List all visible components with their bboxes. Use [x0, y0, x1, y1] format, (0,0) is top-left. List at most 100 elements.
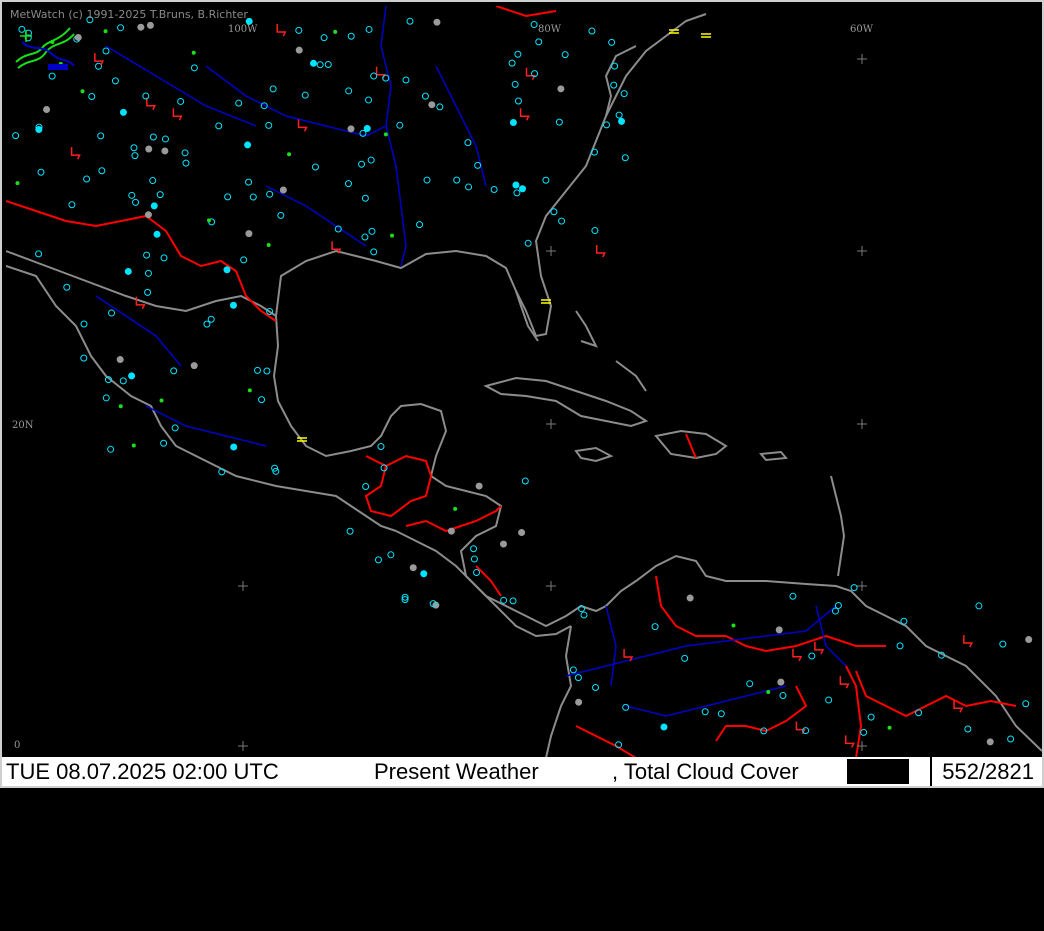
thunderstorm-symbol-icon — [595, 244, 606, 258]
cloud-cover-circle-icon — [618, 117, 626, 125]
cloud-cover-circle-icon — [181, 149, 189, 157]
cloud-cover-circle-icon — [500, 596, 508, 604]
cloud-cover-circle-icon — [377, 443, 385, 451]
cloud-cover-circle-icon — [575, 698, 583, 706]
cloud-cover-circle-icon — [370, 72, 378, 80]
cloud-cover-circle-icon — [224, 193, 232, 201]
status-layer-cloud-cover: , Total Cloud Cover — [612, 759, 799, 784]
cloud-cover-circle-icon — [145, 145, 153, 153]
cloud-cover-circle-icon — [265, 121, 273, 129]
cloud-cover-circle-icon — [269, 85, 277, 93]
cloud-cover-circle-icon — [420, 570, 428, 578]
cloud-cover-circle-icon — [230, 443, 238, 451]
cloud-cover-circle-icon — [144, 211, 152, 219]
cloud-cover-circle-icon — [143, 251, 151, 259]
cloud-cover-circle-icon — [146, 21, 154, 29]
cloud-cover-circle-icon — [130, 144, 138, 152]
cloud-cover-circle-icon — [107, 445, 115, 453]
cloud-cover-circle-icon — [509, 597, 517, 605]
cloud-cover-circle-icon — [240, 256, 248, 264]
cloud-cover-circle-icon — [964, 725, 972, 733]
cloud-cover-circle-icon — [249, 193, 257, 201]
cloud-cover-circle-icon — [509, 118, 517, 126]
cloud-cover-circle-icon — [245, 230, 253, 238]
cloud-cover-circle-icon — [651, 623, 659, 631]
cloud-cover-circle-icon — [514, 97, 522, 105]
rain-symbol-icon — [118, 404, 123, 409]
cloud-cover-circle-icon — [150, 202, 158, 210]
cloud-cover-circle-icon — [622, 703, 630, 711]
cloud-cover-circle-icon — [473, 568, 481, 576]
cloud-cover-circle-icon — [396, 121, 404, 129]
cloud-cover-circle-icon — [521, 477, 529, 485]
status-spacer — [847, 759, 909, 784]
cloud-cover-circle-icon — [358, 160, 366, 168]
cloud-cover-circle-icon — [116, 356, 124, 364]
cloud-cover-circle-icon — [111, 77, 119, 85]
cloud-cover-circle-icon — [387, 551, 395, 559]
cloud-cover-circle-icon — [132, 198, 140, 206]
cloud-cover-circle-icon — [80, 320, 88, 328]
rain-symbol-icon — [731, 623, 736, 628]
rain-symbol-icon — [15, 181, 20, 186]
thunderstorm-symbol-icon — [844, 735, 855, 748]
cloud-cover-circle-icon — [557, 85, 565, 93]
thunderstorm-symbol-icon — [172, 108, 183, 121]
thunderstorm-symbol-icon — [792, 648, 803, 662]
cloud-cover-circle-icon — [311, 163, 319, 171]
cloud-cover-circle-icon — [591, 227, 599, 235]
cloud-cover-circle-icon — [63, 283, 71, 291]
cloud-cover-circle-icon — [406, 17, 414, 25]
cloud-cover-circle-icon — [490, 185, 498, 193]
cloud-cover-circle-icon — [611, 62, 619, 70]
cloud-cover-circle-icon — [850, 584, 858, 592]
cloud-cover-circle-icon — [428, 101, 436, 109]
cloud-cover-circle-icon — [144, 269, 152, 277]
lon-label-80w: 80W — [538, 24, 562, 35]
weather-map[interactable] — [6, 6, 1042, 758]
cloud-cover-circle-icon — [475, 482, 483, 490]
cloud-cover-circle-icon — [203, 320, 211, 328]
cloud-cover-circle-icon — [68, 201, 76, 209]
cloud-cover-circle-icon — [789, 592, 797, 600]
cloud-cover-circle-icon — [465, 183, 473, 191]
cloud-cover-circle-icon — [519, 185, 527, 193]
thunderstorm-symbol-icon — [70, 147, 81, 160]
cloud-cover-circle-icon — [346, 527, 354, 535]
cloud-cover-circle-icon — [361, 233, 369, 241]
cloud-cover-circle-icon — [124, 267, 132, 275]
cloud-cover-circle-icon — [266, 190, 274, 198]
status-bar: TUE 08.07.2025 02:00 UTC Present Weather… — [2, 757, 1042, 786]
cloud-cover-circle-icon — [160, 439, 168, 447]
thunderstorm-symbol-icon — [839, 676, 850, 689]
thunderstorm-symbol-icon — [276, 24, 287, 37]
cloud-cover-circle-icon — [592, 684, 600, 692]
cloud-cover-circle-icon — [295, 26, 303, 34]
country-borders — [6, 6, 1017, 758]
cloud-cover-circle-icon — [97, 132, 105, 140]
cloud-cover-circle-icon — [35, 250, 43, 258]
cloud-cover-circle-icon — [825, 696, 833, 704]
cloud-cover-circle-icon — [615, 111, 623, 119]
cloud-cover-circle-icon — [530, 21, 538, 29]
status-layer-present-weather: Present Weather — [374, 759, 539, 784]
cloud-cover-circle-icon — [12, 132, 20, 140]
cloud-cover-circle-icon — [156, 191, 164, 199]
cloud-cover-circle-icon — [324, 61, 332, 69]
cloud-cover-circle-icon — [361, 194, 369, 202]
cloud-cover-circle-icon — [144, 288, 152, 296]
cloud-cover-circle-icon — [511, 80, 519, 88]
cloud-cover-circle-icon — [574, 674, 582, 682]
cloud-cover-circle-icon — [555, 118, 563, 126]
cloud-cover-circle-icon — [580, 611, 588, 619]
cloud-cover-circle-icon — [279, 186, 287, 194]
cloud-cover-circle-icon — [447, 527, 455, 535]
cloud-cover-circle-icon — [512, 181, 520, 189]
thunderstorm-symbol-icon — [135, 296, 146, 310]
cloud-cover-circle-icon — [263, 367, 271, 375]
station-symbols — [12, 16, 1033, 749]
cloud-cover-circle-icon — [277, 211, 285, 219]
thunderstorm-symbol-icon — [519, 108, 530, 121]
cloud-cover-circle-icon — [301, 91, 309, 99]
cloud-cover-circle-icon — [149, 133, 157, 141]
